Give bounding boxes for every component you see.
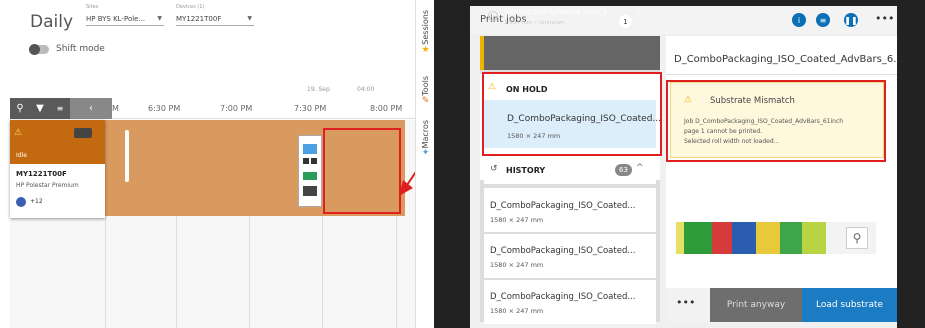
globe-icon — [16, 197, 26, 207]
tab-tools-label: Tools — [421, 76, 430, 96]
device-status: Idle — [16, 152, 27, 159]
substrate-queue[interactable] — [480, 36, 660, 70]
highlight-box — [482, 72, 662, 156]
history-job-size: 1580 × 247 mm — [490, 261, 544, 269]
history-job-name: D_ComboPackaging_ISO_Coated... — [490, 246, 636, 256]
timeline-date: 19. Sep — [307, 86, 330, 93]
device-card-header: ⚠ Idle — [10, 120, 105, 164]
highlight-box — [323, 128, 401, 214]
extra-count: +12 — [30, 198, 43, 205]
tab-tools[interactable]: Tools ✎ — [416, 76, 435, 106]
timeline-toolbar: ⚲ ▼ ≡ ‹ — [10, 98, 112, 119]
timeline-date-time: 04:00 — [357, 86, 375, 93]
time-tick: M — [112, 104, 119, 113]
time-tick: 7:00 PM — [220, 104, 253, 113]
devices-value: MY1221T00F — [176, 15, 222, 23]
print-anyway-button[interactable]: Print anyway — [710, 288, 802, 322]
search-icon[interactable]: ⚲ — [10, 98, 30, 119]
queue-status-strip — [480, 36, 484, 70]
devices-select[interactable]: MY1221T00F ▼ — [176, 15, 254, 26]
side-tabs: Sessions ★ Tools ✎ Macros ✦ — [415, 0, 434, 328]
tab-sessions-label: Sessions — [421, 10, 430, 45]
device-id: MY1221T00F — [16, 170, 67, 178]
printer-icon — [74, 128, 92, 138]
history-row[interactable] — [484, 280, 656, 324]
sites-label: Sites — [86, 4, 99, 10]
chevron-down-icon: ▼ — [247, 15, 252, 22]
more-icon[interactable]: ••• — [676, 296, 695, 309]
chevron-up-icon[interactable]: ^ — [636, 163, 644, 173]
history-icon: ↺ — [490, 164, 498, 174]
shift-mode-label: Shift mode — [56, 44, 105, 54]
zoom-icon[interactable]: ⚲ — [846, 227, 868, 249]
history-label: HISTORY — [506, 166, 546, 175]
shift-mode-toggle[interactable] — [29, 44, 49, 55]
wrench-icon: ✎ — [421, 95, 430, 106]
filter-icon[interactable]: ▼ — [30, 98, 50, 119]
tab-macros-label: Macros — [421, 120, 430, 149]
history-count-badge: 63 — [615, 164, 632, 176]
job-detail-column — [666, 36, 897, 322]
wand-icon: ✦ — [421, 148, 430, 159]
screenshot-root: Daily Sites HP BYS KL-Pole... ▼ Devices … — [0, 0, 925, 328]
queue-name: Generic Self-Adhesive Vinyl_1 — [504, 8, 608, 16]
queue-size: 1.534 mm • Unknown — [504, 20, 565, 26]
tab-macros[interactable]: Macros ✦ — [416, 120, 435, 158]
devices-label: Devices (1) — [176, 4, 205, 10]
divider — [666, 74, 897, 75]
time-tick: 6:30 PM — [148, 104, 181, 113]
star-icon: ★ — [421, 44, 430, 55]
dashboard-panel: Daily Sites HP BYS KL-Pole... ▼ Devices … — [0, 0, 415, 328]
page-title: Daily — [30, 12, 74, 32]
tab-sessions[interactable]: Sessions ★ — [416, 10, 435, 55]
queue-count-badge: 1 — [619, 15, 632, 28]
warning-icon: ⚠ — [14, 128, 23, 138]
highlight-box — [666, 80, 886, 162]
arrow-icon — [399, 171, 415, 196]
history-job-name: D_ComboPackaging_ISO_Coated... — [490, 292, 636, 302]
history-job-size: 1580 × 247 mm — [490, 216, 544, 224]
timeline-header: M 6:30 PM 7:00 PM 7:30 PM 8:00 PM — [112, 98, 415, 119]
history-job-name: D_ComboPackaging_ISO_Coated... — [490, 201, 636, 211]
sort-icon[interactable]: ≡ — [50, 98, 70, 119]
load-substrate-button[interactable]: Load substrate — [802, 288, 897, 322]
chevron-left-icon[interactable]: ‹ — [70, 98, 112, 119]
sites-select[interactable]: HP BYS KL-Pole... ▼ — [86, 15, 164, 26]
sites-value: HP BYS KL-Pole... — [86, 15, 146, 23]
history-job-size: 1580 × 247 mm — [490, 307, 544, 315]
timeline-marker — [125, 130, 129, 182]
chevron-up-icon[interactable]: ^ — [636, 12, 644, 22]
job-detail-title: D_ComboPackaging_ISO_Coated_AdvBars_6... — [674, 54, 903, 65]
print-jobs-content: Generic Self-Adhesive Vinyl_1 1.534 mm •… — [470, 0, 903, 328]
job-thumbnail[interactable] — [298, 135, 322, 207]
device-model: HP Polestar Premium — [16, 182, 79, 189]
history-row[interactable] — [484, 234, 656, 278]
chevron-down-icon: ▼ — [157, 15, 162, 22]
time-tick: 7:30 PM — [294, 104, 327, 113]
device-card[interactable]: ⚠ Idle MY1221T00F HP Polestar Premium +1… — [10, 120, 105, 218]
roll-icon — [488, 11, 498, 21]
